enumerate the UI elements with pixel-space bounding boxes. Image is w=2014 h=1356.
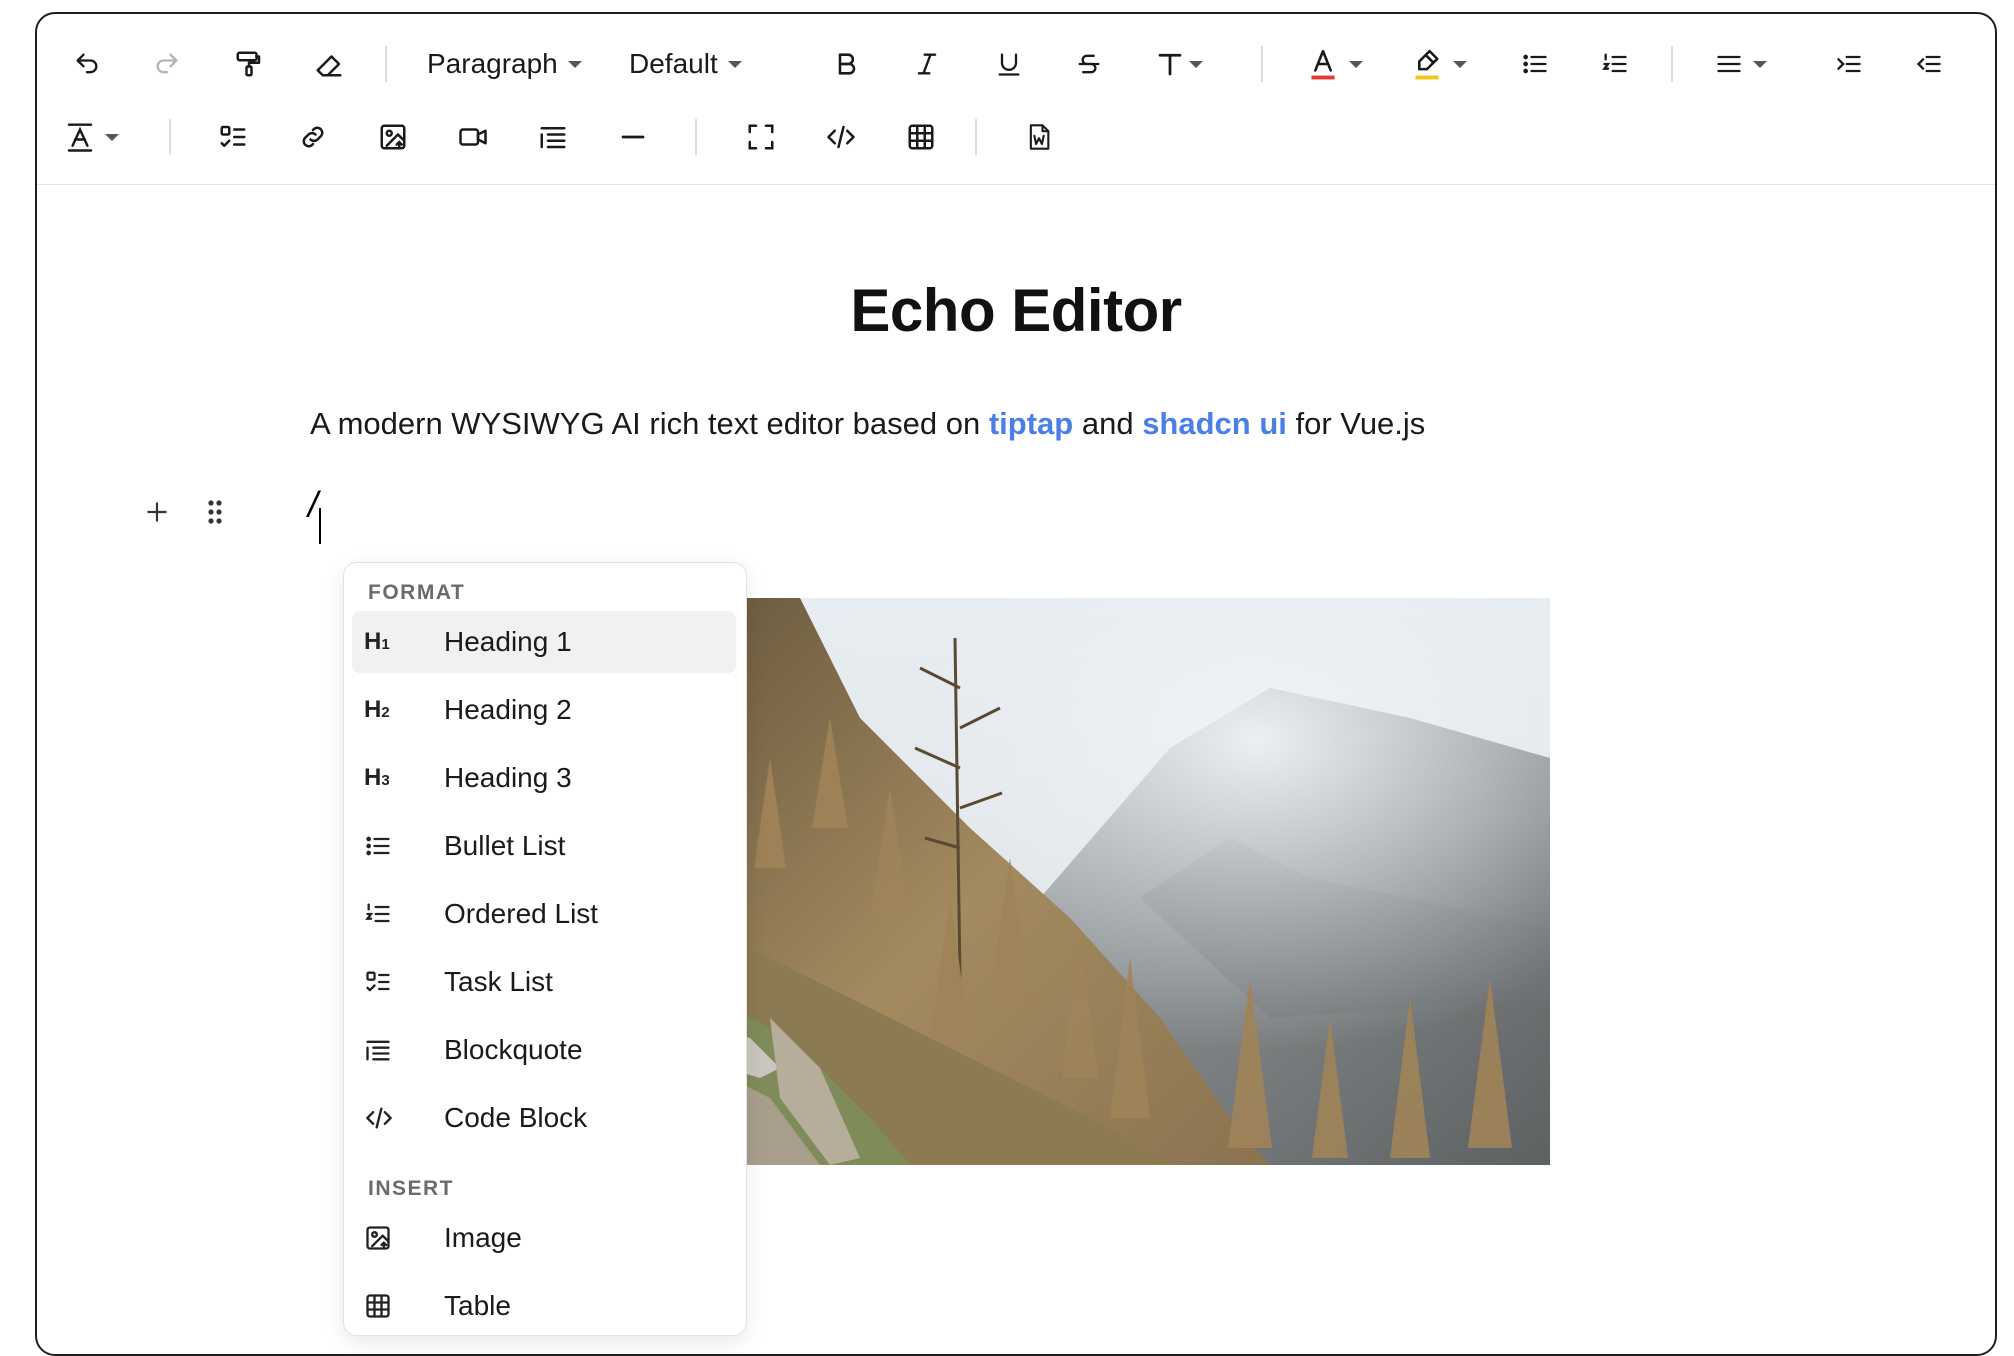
toolbar-divider <box>975 119 977 155</box>
document-title[interactable]: Echo Editor <box>37 276 1995 345</box>
current-line-text[interactable]: / <box>308 484 318 526</box>
bullet-list-icon[interactable] <box>1515 44 1555 84</box>
chevron-down-icon <box>567 60 582 68</box>
italic-icon[interactable] <box>907 44 947 84</box>
underline-icon[interactable] <box>989 44 1029 84</box>
strikethrough-icon[interactable] <box>1069 44 1109 84</box>
link-icon[interactable] <box>293 117 333 157</box>
outdent-icon[interactable] <box>1909 44 1949 84</box>
menu-group-format-label: FORMAT <box>368 581 466 604</box>
chevron-down-icon <box>1753 60 1767 68</box>
heading-2-icon: H2 <box>364 696 390 723</box>
menu-item-task-list[interactable]: Task List <box>352 951 736 1013</box>
drag-handle[interactable] <box>195 492 235 532</box>
redo-icon[interactable] <box>147 44 187 84</box>
bold-icon[interactable] <box>827 44 867 84</box>
ordered-list-icon <box>364 900 404 928</box>
align-button[interactable] <box>1715 44 1767 84</box>
editor-window: Paragraph Default Echo Editor A modern W… <box>35 12 1997 1356</box>
toolbar-divider <box>695 119 697 155</box>
table-icon[interactable] <box>901 117 941 157</box>
eraser-icon[interactable] <box>309 44 349 84</box>
indent-icon[interactable] <box>1829 44 1869 84</box>
chevron-down-icon <box>1349 60 1363 68</box>
plus-icon <box>147 502 167 522</box>
ordered-list-icon[interactable] <box>1595 44 1635 84</box>
menu-item-label: Heading 3 <box>444 762 572 793</box>
task-list-icon <box>364 968 404 996</box>
menu-item-bullet-list[interactable]: Bullet List <box>352 815 736 877</box>
toolbar: Paragraph Default <box>37 14 1995 185</box>
subtitle-text: A modern WYSIWYG AI rich text editor bas… <box>310 406 989 441</box>
blockquote-icon[interactable] <box>533 117 573 157</box>
heading-1-icon: H1 <box>364 628 390 655</box>
document-subtitle[interactable]: A modern WYSIWYG AI rich text editor bas… <box>310 406 1425 442</box>
slash-command-menu: FORMAT H1 Heading 1 H2 Heading 2 H3 Head… <box>343 562 747 1336</box>
menu-group-insert-label: INSERT <box>368 1177 455 1200</box>
paragraph-select[interactable]: Paragraph <box>427 44 582 84</box>
format-painter-icon[interactable] <box>229 44 269 84</box>
text-cursor <box>319 508 321 544</box>
table-icon <box>364 1292 404 1320</box>
menu-item-label: Ordered List <box>444 898 599 929</box>
menu-item-label: Image <box>444 1222 522 1253</box>
word-import-icon[interactable] <box>1019 117 1059 157</box>
line-height-button[interactable] <box>65 117 119 157</box>
menu-item-ordered-list[interactable]: Ordered List <box>352 883 736 945</box>
toolbar-divider <box>385 46 387 82</box>
menu-item-heading-3[interactable]: H3 Heading 3 <box>352 747 736 809</box>
toolbar-row-1: Paragraph Default <box>37 34 1995 94</box>
font-family-select-label: Default <box>629 48 718 79</box>
menu-item-heading-2[interactable]: H2 Heading 2 <box>352 679 736 741</box>
menu-item-label: Blockquote <box>444 1034 583 1065</box>
menu-item-blockquote[interactable]: Blockquote <box>352 1019 736 1081</box>
undo-icon[interactable] <box>67 44 107 84</box>
highlight-button[interactable] <box>1411 44 1467 84</box>
menu-item-label: Table <box>444 1290 511 1321</box>
chevron-down-icon <box>1453 60 1467 68</box>
code-view-icon[interactable] <box>821 117 861 157</box>
toolbar-divider <box>169 119 171 155</box>
toolbar-row-2 <box>37 107 1995 167</box>
task-list-icon[interactable] <box>213 117 253 157</box>
menu-item-label: Code Block <box>444 1102 588 1133</box>
fullscreen-icon[interactable] <box>741 117 781 157</box>
add-block-button[interactable] <box>137 492 177 532</box>
tiptap-link[interactable]: tiptap <box>989 406 1073 441</box>
text-color-button[interactable] <box>1307 44 1363 84</box>
image-icon <box>364 1224 404 1252</box>
menu-item-label: Task List <box>444 966 553 997</box>
image-upload-icon[interactable] <box>373 117 413 157</box>
font-size-button[interactable] <box>1155 44 1203 84</box>
menu-item-code-block[interactable]: Code Block <box>352 1087 736 1149</box>
code-block-icon <box>364 1104 404 1132</box>
menu-item-label: Heading 2 <box>444 694 572 725</box>
chevron-down-icon <box>1189 60 1203 68</box>
subtitle-text: and <box>1073 406 1143 441</box>
subtitle-text: for Vue.js <box>1286 406 1426 441</box>
paragraph-select-label: Paragraph <box>427 48 558 79</box>
menu-item-heading-1[interactable]: H1 Heading 1 <box>352 611 736 673</box>
bullet-list-icon <box>364 832 404 860</box>
toolbar-divider <box>1261 46 1263 82</box>
menu-item-image[interactable]: Image <box>352 1207 736 1269</box>
chevron-down-icon <box>105 133 119 141</box>
menu-item-table[interactable]: Table <box>352 1275 736 1335</box>
blockquote-icon <box>364 1036 404 1064</box>
shadcn-link[interactable]: shadcn ui <box>1142 406 1287 441</box>
chevron-down-icon <box>727 60 742 68</box>
menu-item-label: Heading 1 <box>444 626 572 657</box>
horizontal-rule-icon[interactable] <box>613 117 653 157</box>
mountain-forest-image[interactable] <box>710 598 1550 1165</box>
toolbar-divider <box>1671 46 1673 82</box>
video-icon[interactable] <box>453 117 493 157</box>
grip-icon <box>208 500 222 524</box>
menu-item-label: Bullet List <box>444 830 566 861</box>
heading-3-icon: H3 <box>364 764 390 791</box>
font-family-select[interactable]: Default <box>629 44 742 84</box>
